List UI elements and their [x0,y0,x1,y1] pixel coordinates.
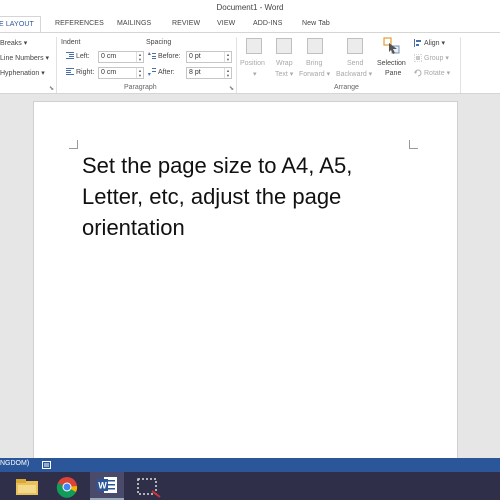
spinner-arrows-icon[interactable]: ▲ ▼ [224,52,231,62]
svg-text:W: W [98,481,107,491]
paragraph-group-label: Paragraph [124,84,157,91]
indent-right-label: Right: [76,69,95,76]
selection-pane-line1[interactable]: Selection [377,60,406,67]
selection-pane-button[interactable]: Pane [385,70,401,77]
file-explorer-icon[interactable] [12,475,42,499]
send-backward-line1[interactable]: Send [347,60,363,67]
spinner-arrows-icon[interactable]: ▲ ▼ [224,68,231,78]
group-icon [414,54,422,62]
bring-forward-icon [307,38,323,54]
spinner-arrows-icon[interactable]: ▲ ▼ [136,68,143,78]
align-button[interactable]: Align ▾ [424,39,445,47]
language-status[interactable]: NGDOM) [0,460,29,467]
group-button[interactable]: Group ▾ [424,54,449,62]
line-numbers-button[interactable]: Line Numbers ▾ [0,54,49,62]
bring-forward-button[interactable]: Forward ▾ [299,70,330,78]
send-backward-icon [347,38,363,54]
document-text[interactable]: Set the page size to A4, A5, Letter, etc… [82,150,412,243]
spinner-arrows-icon[interactable]: ▲ ▼ [136,52,143,62]
macro-record-icon[interactable] [42,461,51,469]
tab-add-ins[interactable]: ADD-INS [253,16,282,32]
spacing-after-input[interactable]: 8 pt ▲ ▼ [186,67,232,79]
spacing-before-icon [148,52,156,59]
chrome-icon[interactable] [52,475,82,499]
word-icon: W [97,477,117,493]
hyphenation-button[interactable]: Hyphenation ▾ [0,69,45,77]
selection-pane-icon [383,37,400,54]
indent-right-input[interactable]: 0 cm ▲ ▼ [98,67,144,79]
rotate-icon [414,69,422,77]
position-icon [246,38,262,54]
rotate-button[interactable]: Rotate ▾ [424,69,450,77]
send-backward-button[interactable]: Backward ▾ [336,70,372,78]
ribbon: Breaks ▾ Line Numbers ▾ Hyphenation ▾ ⬊ … [0,32,500,94]
tab-page-layout[interactable]: E LAYOUT [0,16,41,32]
group-separator [56,37,57,93]
spacing-before-label: Before: [158,53,181,60]
spacing-before-input[interactable]: 0 pt ▲ ▼ [186,51,232,63]
tab-mailings[interactable]: MAILINGS [117,16,151,32]
group-separator [460,37,461,93]
tab-references[interactable]: REFERENCES [55,16,104,32]
wrap-text-icon [276,38,292,54]
tab-view[interactable]: VIEW [217,16,235,32]
wrap-text-button[interactable]: Text ▾ [275,70,293,78]
ribbon-tabs: E LAYOUT REFERENCES MAILINGS REVIEW VIEW… [0,16,500,32]
document-page[interactable]: Set the page size to A4, A5, Letter, etc… [33,101,458,461]
bring-forward-line1[interactable]: Bring [306,60,322,67]
word-taskbar-button[interactable]: W [90,472,124,500]
taskbar: W [0,472,500,500]
indent-label: Indent [61,39,81,46]
tab-review[interactable]: REVIEW [172,16,200,32]
page-setup-launcher-icon[interactable]: ⬊ [49,85,54,92]
indent-left-label: Left: [76,53,90,60]
indent-right-icon [66,68,74,75]
margin-corner-mark [409,140,418,149]
breaks-button[interactable]: Breaks ▾ [0,39,27,47]
snipping-tool-icon[interactable] [133,475,163,499]
spacing-label: Spacing [146,39,172,46]
tab-new-tab[interactable]: New Tab [302,16,330,32]
margin-corner-mark [69,140,78,149]
dropdown-arrow-icon: ▾ [253,71,257,78]
paragraph-launcher-icon[interactable]: ⬊ [229,85,234,92]
title-bar: Document1 - Word [0,0,500,16]
wrap-text-line1[interactable]: Wrap [276,60,293,67]
indent-left-input[interactable]: 0 cm ▲ ▼ [98,51,144,63]
arrange-group-label: Arrange [334,84,359,91]
group-separator [236,37,237,93]
status-bar: NGDOM) [0,458,500,472]
spacing-after-label: After: [158,69,175,76]
indent-left-icon [66,52,74,59]
position-button[interactable]: Position [240,60,265,67]
spacing-after-icon [148,68,156,76]
window-title: Document1 - Word [216,3,284,12]
align-icon [414,39,421,47]
